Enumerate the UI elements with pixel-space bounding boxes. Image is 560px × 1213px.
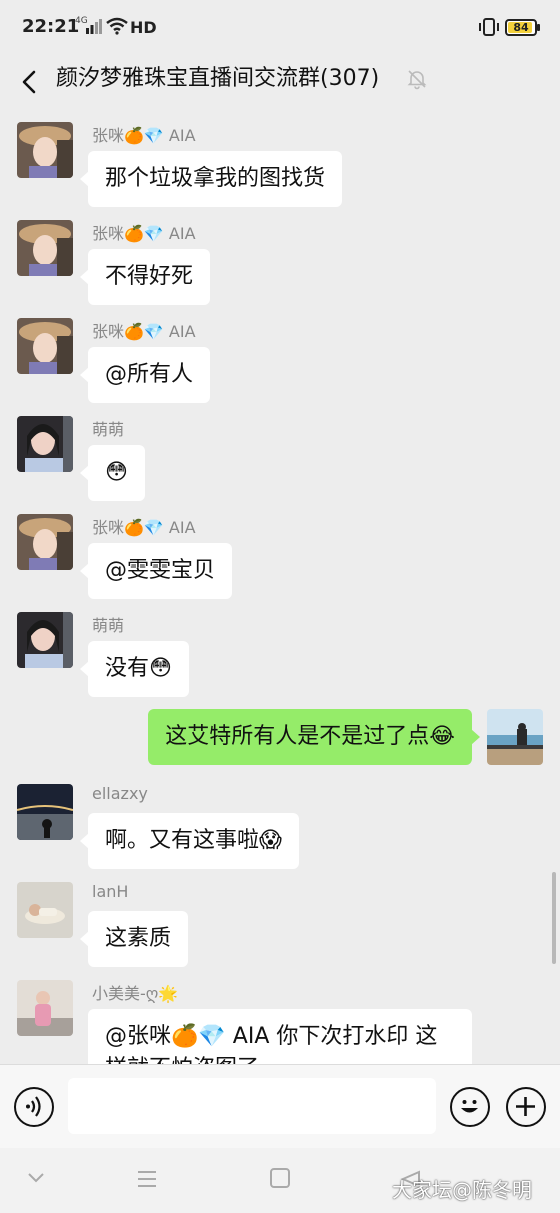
voice-icon [26,1096,41,1117]
status-bar: 22:21 4G HD 84 [0,0,560,56]
message-bubble[interactable]: @雯雯宝贝 [79,543,233,599]
sender-nickname: 张咪🍊💎 AIA [92,224,196,243]
signal-icon [86,19,102,34]
battery-icon: 84 [505,19,537,36]
battery-percent: 84 [513,21,529,34]
message-bubble[interactable]: @所有人 [79,347,211,403]
sender-nickname: 张咪🍊💎 AIA [92,322,196,341]
watermark-text: 大家坛@陈冬明 [392,1178,532,1202]
message-bubble[interactable]: 那个垃圾拿我的图找货 [79,151,343,207]
avatar-lanh[interactable] [17,882,73,938]
muted-bell-icon [407,70,427,90]
avatar-zhangmi[interactable] [17,318,73,374]
sender-nickname: 萌萌 [92,616,125,635]
nav-home-icon[interactable] [270,1168,290,1188]
wifi-icon [106,17,128,35]
emoji-button[interactable] [450,1087,490,1127]
input-bar [0,1064,560,1148]
message-list[interactable]: 张咪🍊💎 AIA 那个垃圾拿我的图找货 张咪🍊💎 AIA 不得好死 张咪🍊💎 A… [0,108,560,1064]
sender-nickname: ellazxy [92,784,148,803]
battery-cap [537,24,540,31]
sender-nickname: 张咪🍊💎 AIA [92,518,196,537]
plus-button[interactable] [506,1087,546,1127]
message-bubble[interactable]: @张咪🍊💎 AIA 你下次打水印 这样就不怕盗图了 [88,1009,472,1064]
avatar-ellazxy[interactable] [17,784,73,840]
scrollbar[interactable] [552,872,556,964]
message-bubble[interactable]: 这素质 [79,911,189,967]
avatar-self[interactable] [487,709,543,765]
hd-indicator: HD [130,18,157,37]
message-bubble[interactable]: 不得好死 [79,249,211,305]
nav-back-icon[interactable] [26,1170,46,1186]
voice-button[interactable] [14,1087,54,1127]
avatar-zhangmi[interactable] [17,122,73,178]
avatar-mengmeng[interactable] [17,416,73,472]
message-bubble[interactable]: 😳 [80,445,145,501]
sender-nickname: 张咪🍊💎 AIA [92,126,196,145]
status-time: 22:21 [22,16,80,37]
nav-menu-icon[interactable] [136,1170,158,1188]
message-input[interactable] [68,1078,436,1134]
message-bubble[interactable]: 啊。又有这事啦😱 [80,813,299,869]
message-bubble-self[interactable]: 这艾特所有人是不是过了点😂 [148,709,480,765]
avatar-mengmeng[interactable] [17,612,73,668]
chat-title: 颜汐梦雅珠宝直播间交流群(307) [56,66,380,91]
vibrate-icon [479,18,499,36]
sender-nickname: 萌萌 [92,420,125,439]
emoji-icon [461,1100,478,1113]
avatar-xiaomeimei[interactable] [17,980,73,1036]
sender-nickname: 小美美-ღ🌟 [92,984,179,1003]
plus-icon [516,1097,535,1116]
avatar-zhangmi[interactable] [17,514,73,570]
sender-nickname: lanH [92,882,129,901]
message-bubble[interactable]: 没有😳 [80,641,189,697]
avatar-zhangmi[interactable] [17,220,73,276]
back-arrow-icon[interactable] [14,64,46,100]
chat-header: 颜汐梦雅珠宝直播间交流群(307) [0,56,560,108]
